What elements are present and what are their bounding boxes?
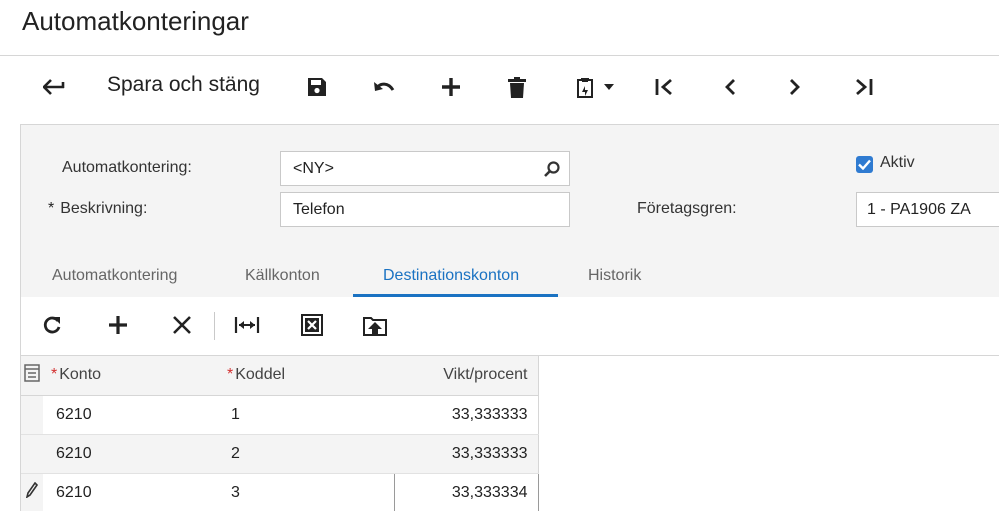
next-record-button[interactable] [781, 70, 809, 104]
koddel-cell[interactable]: 2 [219, 434, 394, 474]
aktiv-label: Aktiv [880, 154, 915, 171]
save-and-close-button[interactable]: Spara och stäng [107, 73, 260, 97]
vikt-cell[interactable]: 33,333333 [394, 434, 539, 474]
toolbar-separator [214, 312, 215, 340]
table-row[interactable]: 6210 3 33,333334 [21, 472, 539, 511]
remove-row-button[interactable] [169, 310, 195, 340]
last-icon [856, 78, 873, 96]
first-icon [655, 78, 672, 96]
first-record-button[interactable] [650, 70, 678, 104]
vikt-cell[interactable]: 33,333333 [394, 395, 539, 435]
column-header-konto[interactable]: * Konto [43, 356, 219, 396]
koddel-cell[interactable]: 3 [219, 473, 394, 511]
beskrivning-input[interactable]: Telefon [280, 192, 570, 227]
delete-icon [508, 76, 526, 98]
search-icon[interactable] [543, 160, 561, 178]
aktiv-checkbox[interactable] [856, 156, 873, 173]
page-title: Automatkonteringar [22, 6, 249, 36]
table-row[interactable]: 6210 1 33,333333 [21, 395, 539, 435]
add-button[interactable] [437, 70, 465, 104]
save-icon [308, 78, 326, 96]
column-settings-header[interactable] [21, 356, 43, 396]
add-row-button[interactable] [105, 310, 131, 340]
chevron-down-icon [603, 84, 614, 90]
tab-destinationskonton[interactable]: Destinationskonton [383, 267, 519, 285]
tab-automatkontering[interactable]: Automatkontering [52, 267, 177, 285]
beskrivning-label: * Beskrivning: [48, 200, 148, 217]
konto-cell[interactable]: 6210 [43, 473, 219, 511]
tab-historik[interactable]: Historik [588, 267, 641, 285]
save-button[interactable] [303, 70, 331, 104]
upload-button[interactable] [361, 310, 389, 340]
last-record-button[interactable] [850, 70, 878, 104]
remove-row-icon [173, 316, 191, 334]
foretagsgren-label: Företagsgren: [637, 200, 737, 217]
table-header-row: * Konto * Koddel Vikt/procent [21, 356, 539, 396]
row-selector[interactable] [21, 395, 43, 435]
export-excel-button[interactable] [298, 310, 326, 340]
fit-columns-icon [234, 317, 260, 333]
refresh-icon [43, 316, 61, 334]
column-header-vikt[interactable]: Vikt/procent [394, 356, 539, 396]
column-settings-icon [24, 364, 40, 382]
konto-cell[interactable]: 6210 [43, 395, 219, 435]
grid-toolbar [21, 297, 999, 356]
foretagsgren-field[interactable]: 1 - PA1906 ZA [856, 192, 999, 227]
previous-icon [725, 79, 735, 95]
fit-columns-button[interactable] [233, 310, 261, 340]
clipboard-icon [576, 77, 593, 98]
destination-accounts-table: * Konto * Koddel Vikt/procent 6210 1 33,33… [21, 356, 539, 511]
back-arrow-icon [43, 79, 65, 95]
automatkontering-field[interactable]: <NY> [280, 151, 570, 186]
add-icon [442, 78, 460, 96]
foretagsgren-value: 1 - PA1906 ZA [867, 201, 971, 218]
required-marker: * [48, 200, 55, 217]
previous-record-button[interactable] [716, 70, 744, 104]
add-row-icon [109, 316, 127, 334]
undo-icon [374, 82, 395, 91]
grid-area: * Konto * Koddel Vikt/procent 6210 1 33,33… [21, 297, 999, 511]
automatkontering-label: Automatkontering: [62, 159, 192, 176]
konto-cell[interactable]: 6210 [43, 434, 219, 474]
back-button[interactable] [40, 70, 68, 104]
row-selector[interactable] [21, 473, 43, 511]
export-excel-icon [301, 314, 323, 336]
table-row[interactable]: 6210 2 33,333333 [21, 434, 539, 474]
clipboard-menu-button[interactable] [571, 70, 619, 104]
beskrivning-value: Telefon [293, 201, 345, 218]
checkmark-icon [858, 159, 871, 170]
row-selector[interactable] [21, 434, 43, 474]
tab-kallkonton[interactable]: Källkonton [245, 267, 320, 285]
koddel-cell[interactable]: 1 [219, 395, 394, 435]
pencil-icon [25, 481, 39, 499]
automatkontering-value: <NY> [293, 160, 334, 177]
refresh-button[interactable] [39, 310, 65, 340]
undo-button[interactable] [370, 70, 398, 104]
next-icon [790, 79, 800, 95]
delete-button[interactable] [503, 70, 531, 104]
upload-icon [363, 317, 387, 336]
title-divider [0, 55, 999, 56]
column-header-koddel[interactable]: * Koddel [219, 356, 394, 396]
vikt-edit-cell[interactable]: 33,333334 [393, 472, 539, 511]
